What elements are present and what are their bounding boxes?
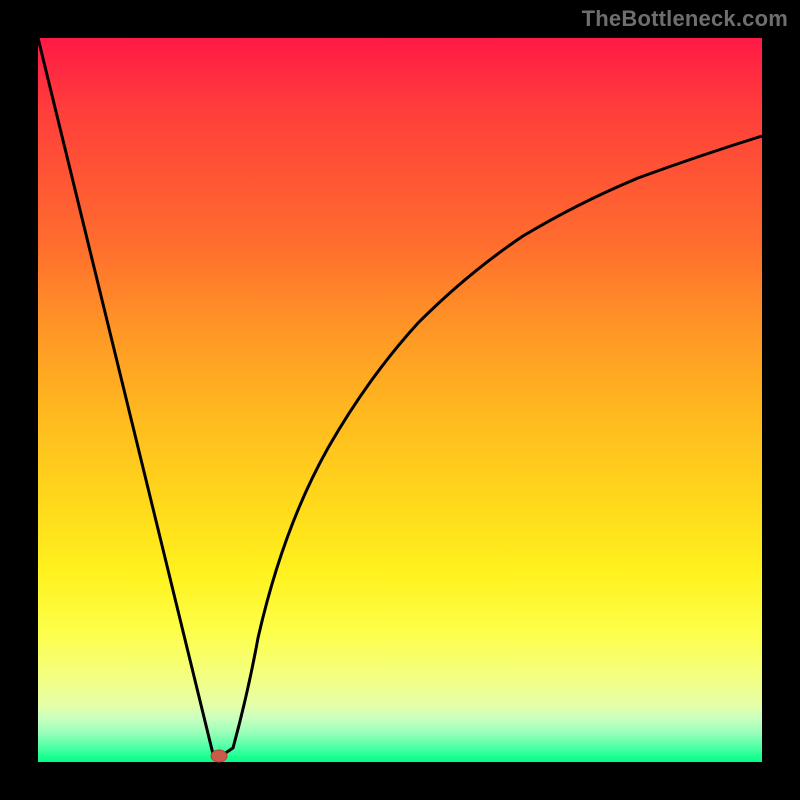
credit-label: TheBottleneck.com (582, 6, 788, 32)
curve-overlay (38, 38, 762, 762)
curve-right (224, 136, 762, 754)
curve-left (38, 38, 213, 754)
optimum-marker (211, 750, 227, 762)
chart-root: TheBottleneck.com (0, 0, 800, 800)
